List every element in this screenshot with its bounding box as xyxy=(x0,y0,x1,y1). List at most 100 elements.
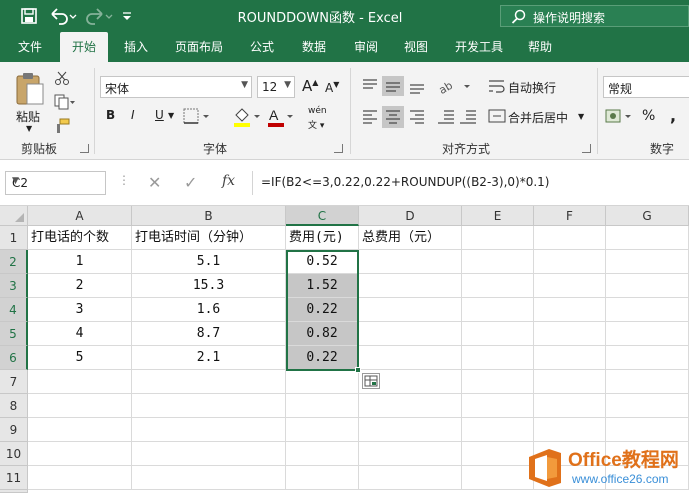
increase-font-icon[interactable]: A▲ xyxy=(302,77,318,95)
comma-style-button[interactable]: , xyxy=(670,106,676,125)
empty-cell[interactable] xyxy=(286,418,359,442)
fill-color-icon[interactable] xyxy=(232,106,264,128)
select-all-button[interactable] xyxy=(0,206,28,226)
cell-a1[interactable]: 打电话的个数 xyxy=(28,226,132,250)
horizontal-align-icons[interactable] xyxy=(360,106,430,128)
row-header-1[interactable]: 1 xyxy=(0,226,28,250)
empty-cell[interactable] xyxy=(606,298,689,322)
empty-cell[interactable] xyxy=(132,394,286,418)
cell-c1[interactable]: 费用(元) xyxy=(286,226,359,250)
empty-cell[interactable] xyxy=(534,394,606,418)
empty-cell[interactable] xyxy=(286,466,359,490)
empty-cell[interactable] xyxy=(534,226,606,250)
empty-cell[interactable] xyxy=(462,394,534,418)
font-launcher-icon[interactable] xyxy=(334,144,343,153)
tab-view[interactable]: 视图 xyxy=(394,32,438,62)
underline-button[interactable]: U xyxy=(155,108,164,122)
chevron-down-icon[interactable]: ▼ xyxy=(168,111,174,120)
empty-cell[interactable] xyxy=(462,298,534,322)
tell-me-search[interactable]: 操作说明搜索 xyxy=(500,5,689,27)
row-header-5[interactable]: 5 xyxy=(0,322,28,346)
column-header-g[interactable]: G xyxy=(606,206,689,226)
empty-cell[interactable] xyxy=(606,250,689,274)
empty-cell[interactable] xyxy=(534,274,606,298)
quick-analysis-icon[interactable] xyxy=(362,373,380,389)
cut-icon[interactable] xyxy=(54,70,70,86)
phonetic-guide-button[interactable]: wén xyxy=(308,106,327,116)
empty-cell[interactable] xyxy=(359,322,462,346)
font-name-select[interactable]: 宋体 ▼ xyxy=(100,76,252,98)
tab-file[interactable]: 文件 xyxy=(8,32,52,62)
empty-cell[interactable] xyxy=(462,370,534,394)
empty-cell[interactable] xyxy=(132,370,286,394)
font-color-icon[interactable]: A xyxy=(266,106,296,128)
empty-cell[interactable] xyxy=(359,298,462,322)
alignment-launcher-icon[interactable] xyxy=(582,144,591,153)
empty-cell[interactable] xyxy=(359,466,462,490)
row-header-9[interactable]: 9 xyxy=(0,418,28,442)
empty-cell[interactable] xyxy=(606,322,689,346)
row-header-2[interactable]: 2 xyxy=(0,250,28,274)
empty-cell[interactable] xyxy=(534,346,606,370)
row-header-4[interactable]: 4 xyxy=(0,298,28,322)
empty-cell[interactable] xyxy=(606,226,689,250)
cell-b1[interactable]: 打电话时间（分钟） xyxy=(132,226,286,250)
cell-a3[interactable]: 2 xyxy=(28,274,132,298)
empty-cell[interactable] xyxy=(286,394,359,418)
empty-cell[interactable] xyxy=(286,370,359,394)
tab-home[interactable]: 开始 xyxy=(60,32,108,62)
cell-a4[interactable]: 3 xyxy=(28,298,132,322)
tab-help[interactable]: 帮助 xyxy=(518,32,562,62)
italic-button[interactable]: I xyxy=(131,108,135,122)
format-painter-icon[interactable] xyxy=(54,118,70,134)
percent-style-button[interactable]: % xyxy=(642,108,655,124)
tab-formulas[interactable]: 公式 xyxy=(240,32,284,62)
vertical-align-icons[interactable] xyxy=(360,76,430,96)
orientation-icon[interactable]: ab xyxy=(436,76,476,96)
paste-button[interactable]: 粘贴 ▼ xyxy=(12,68,48,133)
column-header-d[interactable]: D xyxy=(359,206,462,226)
row-header-10[interactable]: 10 xyxy=(0,442,28,466)
empty-cell[interactable] xyxy=(28,466,132,490)
bold-button[interactable]: B xyxy=(106,108,115,122)
fill-handle[interactable] xyxy=(355,367,361,373)
tab-insert[interactable]: 插入 xyxy=(114,32,158,62)
row-header-11[interactable]: 11 xyxy=(0,466,28,490)
empty-cell[interactable] xyxy=(359,346,462,370)
accounting-format-icon[interactable] xyxy=(604,106,634,128)
empty-cell[interactable] xyxy=(132,466,286,490)
cell-d1[interactable]: 总费用（元） xyxy=(359,226,462,250)
tab-review[interactable]: 审阅 xyxy=(344,32,388,62)
empty-cell[interactable] xyxy=(606,418,689,442)
empty-cell[interactable] xyxy=(28,442,132,466)
copy-icon[interactable] xyxy=(54,94,76,110)
cell-b5[interactable]: 8.7 xyxy=(132,322,286,346)
row-header-3[interactable]: 3 xyxy=(0,274,28,298)
save-icon[interactable] xyxy=(20,7,38,25)
cell-b6[interactable]: 2.1 xyxy=(132,346,286,370)
cell-b4[interactable]: 1.6 xyxy=(132,298,286,322)
empty-cell[interactable] xyxy=(534,322,606,346)
empty-cell[interactable] xyxy=(462,250,534,274)
customize-icon[interactable] xyxy=(120,6,134,26)
cell-a6[interactable]: 5 xyxy=(28,346,132,370)
cell-a2[interactable]: 1 xyxy=(28,250,132,274)
empty-cell[interactable] xyxy=(286,442,359,466)
empty-cell[interactable] xyxy=(462,322,534,346)
column-header-c[interactable]: C xyxy=(286,206,359,226)
empty-cell[interactable] xyxy=(606,346,689,370)
number-format-select[interactable]: 常规 xyxy=(603,76,689,98)
empty-cell[interactable] xyxy=(606,394,689,418)
merge-center-button[interactable]: 合并后居中 xyxy=(508,109,568,126)
empty-cell[interactable] xyxy=(359,442,462,466)
formula-input[interactable]: =IF(B2<=3,0.22,0.22+ROUNDUP((B2-3),0)*0.… xyxy=(252,171,689,195)
column-header-f[interactable]: F xyxy=(534,206,606,226)
empty-cell[interactable] xyxy=(28,370,132,394)
enter-icon[interactable]: ✓ xyxy=(184,173,197,192)
empty-cell[interactable] xyxy=(132,442,286,466)
empty-cell[interactable] xyxy=(534,250,606,274)
column-header-a[interactable]: A xyxy=(28,206,132,226)
column-header-e[interactable]: E xyxy=(462,206,534,226)
cell-b2[interactable]: 5.1 xyxy=(132,250,286,274)
row-header-6[interactable]: 6 xyxy=(0,346,28,370)
